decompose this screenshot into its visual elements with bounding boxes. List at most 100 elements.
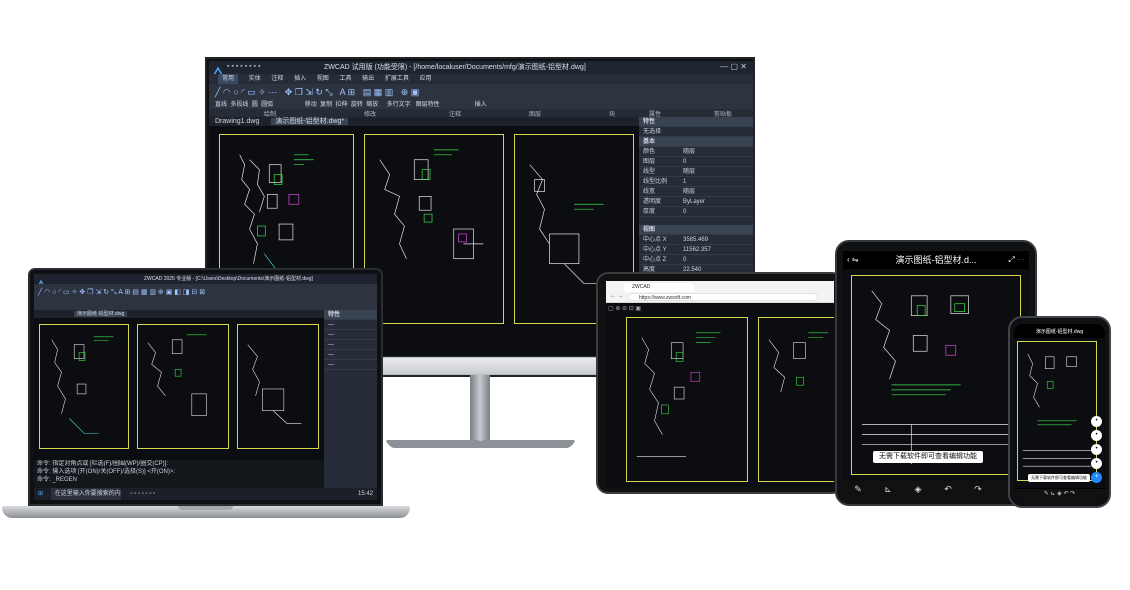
tool-rotate[interactable]: 旋转 (351, 102, 363, 108)
ribbon-tabs: 常用 实体 注释 插入 视图 工具 输出 扩展工具 应用 (209, 74, 753, 84)
pad-promo-toast: 无需下载软件即可查看编辑功能 (873, 451, 983, 463)
view-property-label: 中心点 Z (643, 257, 667, 263)
clock-time: 15:42 (357, 491, 373, 497)
command-line[interactable]: 命令: 指定对角点或 [栏选(F)/圈围(WP)/圈交(CP)]: 命令: 输入… (34, 460, 324, 488)
tool-line[interactable]: 直线 (215, 102, 227, 108)
browser-url-input[interactable]: https://www.zwsoft.com (628, 293, 818, 301)
phone-tool-button[interactable]: • (1091, 416, 1102, 427)
ribbon-icons[interactable]: ╱ ◠ ○ ◜ ▭ ✧ ⋯ ✥ ❐ ⇲ ↻ ⤡ A ⊞ ▤ ▦ ▥ ⊕ ▣ (215, 87, 419, 98)
quick-access-toolbar[interactable]: ▪ ▪ ▪ ▪ ▪ ▪ ▪ ▪ (227, 63, 260, 70)
laptop-prop-row: — (324, 360, 377, 370)
browser-nav-icons[interactable]: ← → (610, 293, 624, 299)
tablet-landscape: ZWCAD ← → https://www.zwsoft.com ▢ ⊕ ⊖ ⊡… (596, 272, 844, 494)
property-label: 线型比例 (643, 179, 668, 185)
laptop-drawing-canvas[interactable] (34, 318, 324, 460)
property-label: 线型 (643, 169, 656, 175)
pad-drawing-canvas[interactable] (843, 269, 1029, 481)
property-value: 随层 (683, 189, 696, 195)
pen-icon[interactable]: ✎ (843, 481, 873, 497)
section-view[interactable]: 视图 (639, 225, 753, 235)
layers-icon[interactable]: ◈ (903, 481, 933, 497)
ribbon-tool-labels: 直线 多段线 圆 圆弧 移动 复制 拉伸 旋转 缩放 多行文字 图层特性 插入 (215, 99, 487, 108)
laptop-notch (178, 506, 233, 510)
taskbar-search-input[interactable]: 在这里输入你要搜索的内容 (50, 488, 121, 500)
tab-home[interactable]: 常用 (218, 74, 239, 84)
tool-move[interactable]: 移动 (305, 102, 317, 108)
property-row[interactable]: 透明度 ByLayer (639, 197, 753, 207)
properties-title: 特性 (639, 117, 753, 127)
view-property-row[interactable]: 中心点 X 3585.469 (639, 235, 753, 245)
laptop-prop-row: — (324, 350, 377, 360)
phone-add-button[interactable]: + (1091, 472, 1102, 483)
tab-output[interactable]: 输出 (362, 74, 374, 84)
view-property-value: 0 (683, 257, 687, 263)
laptop-prop-row: — (324, 320, 377, 330)
measure-icon[interactable]: ⊾ (873, 481, 903, 497)
browser-tab[interactable]: ZWCAD (624, 283, 694, 292)
tool-scale[interactable]: 缩放 (366, 102, 378, 108)
property-label: 透明度 (643, 199, 662, 205)
pad-bottom-toolbar: ✎ ⊾ ◈ ↶ ↷ (843, 481, 1029, 497)
phone-tool-button[interactable]: • (1091, 458, 1102, 469)
tab-tools[interactable]: 工具 (339, 74, 351, 84)
property-row[interactable]: 线宽 随层 (639, 187, 753, 197)
web-cad-toolbar[interactable]: ▢ ⊕ ⊖ ⊡ ▣ (608, 305, 641, 312)
phone-bottom-toolbar[interactable]: ✎ ⊾ ◈ ↶ ↷ (1014, 489, 1105, 500)
monitor-stand-neck (470, 375, 490, 445)
view-property-label: 中心点 Y (643, 247, 667, 253)
tab-view[interactable]: 视图 (317, 74, 329, 84)
tablet-screen: ZWCAD ← → https://www.zwsoft.com ▢ ⊕ ⊖ ⊡… (606, 281, 834, 487)
tool-stretch[interactable]: 拉伸 (336, 102, 348, 108)
view-property-row[interactable]: 中心点 Z 0 (639, 255, 753, 265)
tab-extend[interactable]: 扩展工具 (385, 74, 409, 84)
tab-insert[interactable]: 插入 (294, 74, 306, 84)
view-property-label: 中心点 X (643, 237, 667, 243)
undo-icon[interactable]: ↶ (933, 481, 963, 497)
tool-circle[interactable]: 圆 (252, 102, 258, 108)
tab-solid[interactable]: 实体 (249, 74, 261, 84)
property-row[interactable]: 厚度 0 (639, 207, 753, 217)
phone-tool-button[interactable]: • (1091, 444, 1102, 455)
tool-polyline[interactable]: 多段线 (230, 102, 248, 108)
doc-tab-drawing1[interactable]: Drawing1.dwg (215, 118, 259, 125)
laptop-properties-panel: 特性 — — — — — (324, 310, 377, 488)
taskbar-app-icons[interactable]: ▫ ▫ ▫ ▫ ▫ ▫ ▫ (130, 491, 155, 497)
phone-promo-toast: 无需下载软件即可查看编辑功能 (1028, 474, 1090, 482)
phone-tool-button[interactable]: • (1091, 430, 1102, 441)
window-controls[interactable]: — ▢ ✕ (720, 62, 747, 71)
tab-annotate[interactable]: 注释 (271, 74, 283, 84)
ribbon-group-labels: 绘制 修改 注释 图层 块 属性 剪贴板 (209, 109, 753, 118)
laptop-doc-tabs: 演示图纸-铝型材.dwg (34, 310, 324, 318)
laptop-doc-tab[interactable]: 演示图纸-铝型材.dwg (74, 311, 128, 317)
tablet-portrait: ‹ ⇋ 演示图纸-铝型材.d... ⤢ ⋯ 无需下载软件即可查看编辑功能 ✎ ⊾… (835, 240, 1037, 506)
redo-icon[interactable]: ↷ (963, 481, 993, 497)
tab-apps[interactable]: 应用 (420, 74, 432, 84)
drawing-sheet-2 (364, 134, 504, 324)
windows-taskbar: ⊞ 在这里输入你要搜索的内容 ▫ ▫ ▫ ▫ ▫ ▫ ▫ 15:42 (34, 488, 377, 500)
property-row[interactable]: 线型比例 1 (639, 177, 753, 187)
selection-dropdown[interactable]: 无选择 (639, 127, 753, 137)
property-row[interactable]: 图层 0 (639, 157, 753, 167)
doc-tab-active[interactable]: 演示图纸-铝型材.dwg* (271, 118, 349, 125)
tool-arc[interactable]: 圆弧 (261, 102, 273, 108)
property-row[interactable]: 线型 随层 (639, 167, 753, 177)
laptop-sheet-3 (237, 324, 319, 449)
tablet-drawing-canvas[interactable]: ▢ ⊕ ⊖ ⊡ ▣ (606, 303, 834, 487)
laptop-screen: ZWCAD 2025 专业版 - [C:\Users\Desktop\Docum… (34, 274, 377, 500)
property-label: 线宽 (643, 189, 656, 195)
property-value: 随层 (683, 169, 696, 175)
tool-layer-properties[interactable]: 图层特性 (416, 102, 440, 108)
section-basic[interactable]: 基本 (639, 137, 753, 147)
tool-copy[interactable]: 复制 (320, 102, 332, 108)
tool-mtext[interactable]: 多行文字 (387, 102, 411, 108)
property-label: 厚度 (643, 209, 656, 215)
pad-document-title: 演示图纸-铝型材.d... (895, 255, 977, 265)
laptop-ribbon-icons[interactable]: ╱ ◠ ○ ◜ ▭ ✧ ✥ ❐ ⇲ ↻ ⤡ A ⊞ ▤ ▦ ▥ ⊕ ▣ ◧ ◨ … (38, 288, 205, 297)
property-row[interactable]: 颜色 随层 (639, 147, 753, 157)
view-property-row[interactable]: 中心点 Y 11562.357 (639, 245, 753, 255)
windows-start-icon[interactable]: ⊞ (38, 491, 43, 497)
tool-insert[interactable]: 插入 (475, 102, 487, 108)
properties-rows: 颜色 随层 图层 0 线型 随层 线型比例 1 线宽 随层 透明度 ByLayer 厚度 0 (639, 147, 753, 217)
pad-menu-icon[interactable]: ⤢ ⋯ (1008, 255, 1025, 265)
property-label: 颜色 (643, 149, 656, 155)
